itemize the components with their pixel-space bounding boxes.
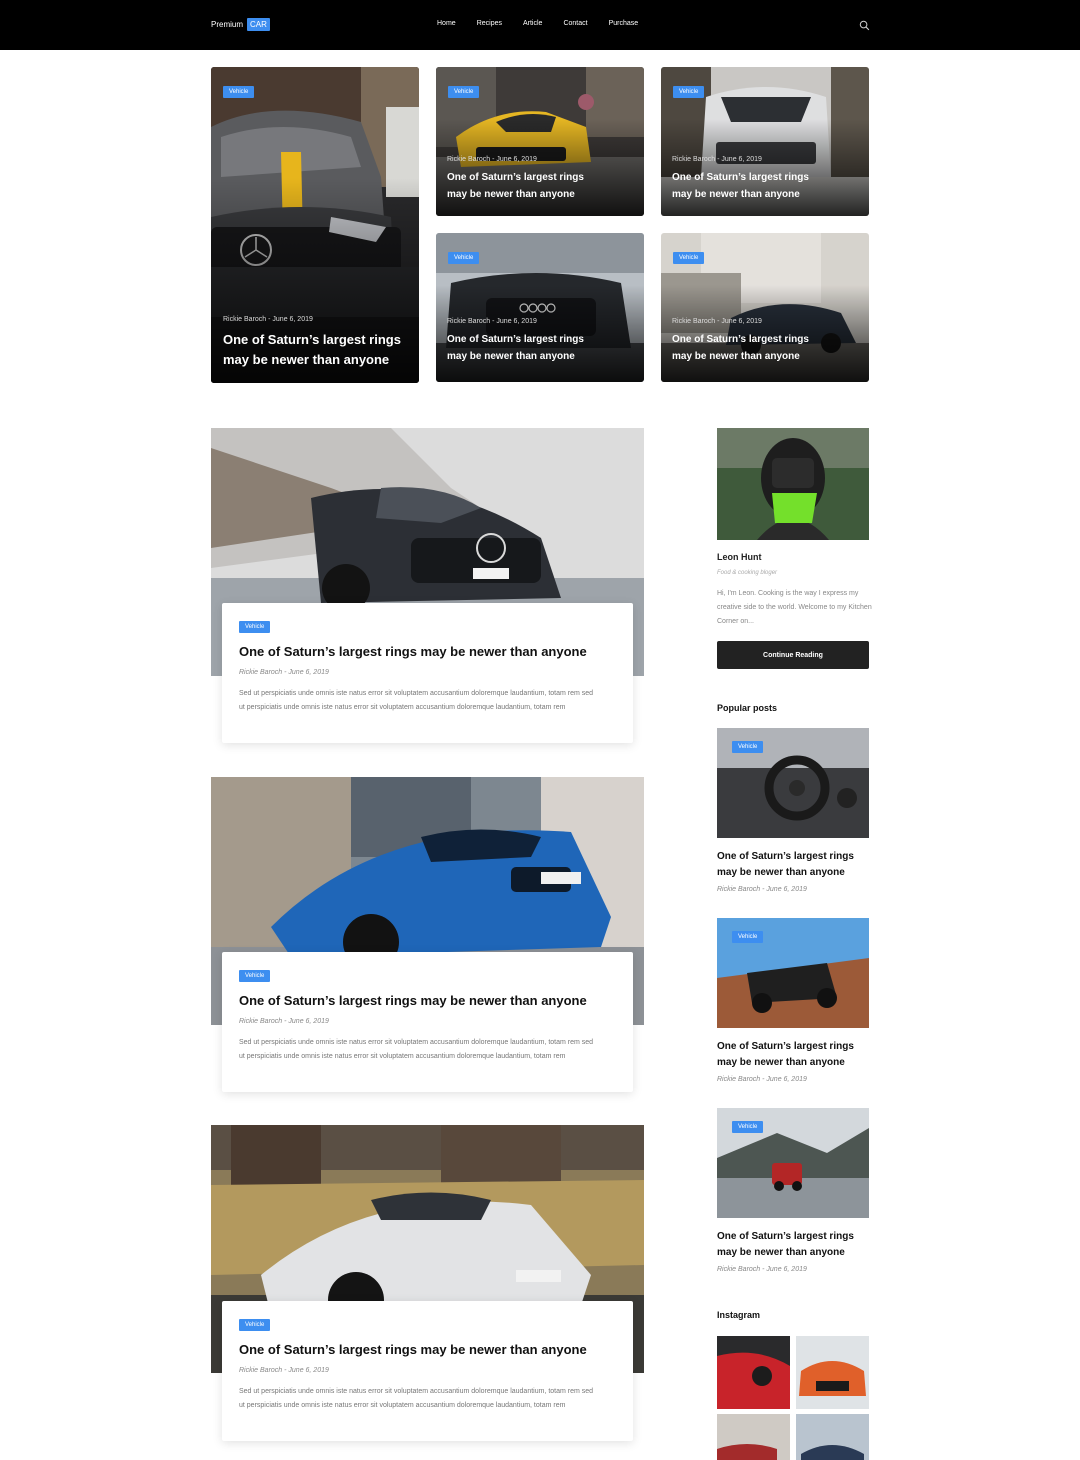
popular-post-image-3[interactable]: Vehicle (717, 1108, 869, 1218)
post-card-2: Vehicle One of Saturn’s largest rings ma… (222, 952, 633, 1092)
hero-card-3[interactable]: Vehicle Rickie Baroch - June 6, 2019 One… (436, 233, 644, 382)
hero-card-featured[interactable]: Vehicle Rickie Baroch - June 6, 2019 One… (211, 67, 419, 383)
nav-recipes[interactable]: Recipes (477, 20, 502, 27)
continue-reading-button[interactable]: Continue Reading (717, 641, 869, 669)
hero-card-4[interactable]: Vehicle Rickie Baroch - June 6, 2019 One… (661, 233, 869, 382)
post-title-line2: may be newer than anyone (223, 352, 390, 367)
instagram-photo-1[interactable] (717, 1336, 790, 1409)
dark-car-photo (796, 1414, 869, 1460)
category-tag[interactable]: Vehicle (223, 86, 255, 98)
post-meta: Rickie Baroch - June 6, 2019 (672, 156, 762, 163)
instagram-photo-3[interactable] (717, 1414, 790, 1460)
category-tag[interactable]: Vehicle (239, 1319, 271, 1331)
post-title-line2: may be newer than anyone (447, 189, 575, 200)
author-bio: Hi, I'm Leon. Cooking is the way I expre… (717, 590, 872, 625)
category-tag[interactable]: Vehicle (239, 621, 271, 633)
popular-post-title-line1: One of Saturn’s largest rings (717, 1041, 854, 1052)
top-navbar: Premium CAR Home Recipes Article Contact… (0, 0, 1080, 50)
popular-post-title[interactable]: One of Saturn’s largest rings may be new… (717, 1039, 867, 1071)
post-meta: Rickie Baroch - June 6, 2019 (239, 669, 329, 676)
post-excerpt: Sed ut perspiciatis unde omnis iste natu… (239, 690, 594, 711)
post-title-line1: One of Saturn’s largest rings (447, 334, 584, 345)
post-title[interactable]: One of Saturn’s largest rings may be new… (447, 331, 584, 365)
popular-post-title-line1: One of Saturn’s largest rings (717, 851, 854, 862)
category-tag[interactable]: Vehicle (673, 86, 705, 98)
white-car-photo (717, 1414, 790, 1460)
logo-badge: CAR (247, 18, 270, 31)
post-title-line1: One of Saturn’s largest rings (672, 172, 809, 183)
category-tag[interactable]: Vehicle (239, 970, 271, 982)
category-tag[interactable]: Vehicle (448, 86, 480, 98)
category-tag[interactable]: Vehicle (732, 1121, 764, 1133)
post-title-line2: may be newer than anyone (447, 351, 575, 362)
author-role: Food & cooking bloger (717, 570, 778, 576)
category-tag[interactable]: Vehicle (732, 931, 764, 943)
post-meta: Rickie Baroch - June 6, 2019 (239, 1018, 329, 1025)
instagram-heading: Instagram (717, 1310, 761, 1320)
category-tag[interactable]: Vehicle (448, 252, 480, 264)
popular-post-image-2[interactable]: Vehicle (717, 918, 869, 1028)
post-card-3: Vehicle One of Saturn’s largest rings ma… (222, 1301, 633, 1441)
post-title[interactable]: One of Saturn’s largest rings may be new… (672, 331, 809, 365)
search-icon[interactable] (859, 20, 870, 31)
popular-post-title[interactable]: One of Saturn’s largest rings may be new… (717, 1229, 867, 1261)
orange-audi-photo (796, 1336, 869, 1409)
author-name: Leon Hunt (717, 552, 762, 562)
nav-contact[interactable]: Contact (563, 20, 587, 27)
hero-card-2[interactable]: Vehicle Rickie Baroch - June 6, 2019 One… (661, 67, 869, 216)
post-title[interactable]: One of Saturn’s largest rings may be new… (239, 1342, 587, 1357)
nav-home[interactable]: Home (437, 20, 456, 27)
post-meta: Rickie Baroch - June 6, 2019 (223, 316, 313, 323)
popular-post-meta: Rickie Baroch - June 6, 2019 (717, 1266, 807, 1273)
post-meta: Rickie Baroch - June 6, 2019 (239, 1367, 329, 1374)
logo-text: Premium (211, 20, 244, 29)
post-title[interactable]: One of Saturn’s largest rings may be new… (672, 169, 809, 203)
instagram-photo-2[interactable] (796, 1336, 869, 1409)
popular-post-title-line1: One of Saturn’s largest rings (717, 1231, 854, 1242)
popular-post-title-line2: may be newer than anyone (717, 1247, 845, 1258)
post-title[interactable]: One of Saturn’s largest rings may be new… (239, 644, 587, 659)
author-avatar (717, 428, 869, 540)
post-meta: Rickie Baroch - June 6, 2019 (672, 318, 762, 325)
nav-article[interactable]: Article (523, 20, 542, 27)
post-title[interactable]: One of Saturn’s largest rings may be new… (239, 993, 587, 1008)
popular-post-meta: Rickie Baroch - June 6, 2019 (717, 886, 807, 893)
hero-card-1[interactable]: Vehicle Rickie Baroch - June 6, 2019 One… (436, 67, 644, 216)
site-logo[interactable]: Premium CAR (211, 18, 270, 31)
post-excerpt: Sed ut perspiciatis unde omnis iste natu… (239, 1388, 594, 1409)
popular-posts-heading: Popular posts (717, 703, 778, 713)
main-nav: Home Recipes Article Contact Purchase (437, 20, 638, 27)
category-tag[interactable]: Vehicle (732, 741, 764, 753)
popular-post-title-line2: may be newer than anyone (717, 1057, 845, 1068)
post-meta: Rickie Baroch - June 6, 2019 (447, 156, 537, 163)
post-title-line2: may be newer than anyone (672, 189, 800, 200)
post-title-line1: One of Saturn’s largest rings (672, 334, 809, 345)
popular-post-image-1[interactable]: Vehicle (717, 728, 869, 838)
post-title[interactable]: One of Saturn’s largest rings may be new… (447, 169, 584, 203)
instagram-photo-4[interactable] (796, 1414, 869, 1460)
post-meta: Rickie Baroch - June 6, 2019 (447, 318, 537, 325)
post-excerpt: Sed ut perspiciatis unde omnis iste natu… (239, 1039, 594, 1060)
post-card-1: Vehicle One of Saturn’s largest rings ma… (222, 603, 633, 743)
post-title-line1: One of Saturn’s largest rings (447, 172, 584, 183)
popular-post-title[interactable]: One of Saturn’s largest rings may be new… (717, 849, 867, 881)
post-title-line1: One of Saturn’s largest rings (223, 332, 401, 347)
post-title[interactable]: One of Saturn’s largest rings may be new… (223, 330, 401, 370)
nav-purchase[interactable]: Purchase (609, 20, 639, 27)
popular-post-title-line2: may be newer than anyone (717, 867, 845, 878)
category-tag[interactable]: Vehicle (673, 252, 705, 264)
author-photo-helmet (717, 428, 869, 540)
post-title-line2: may be newer than anyone (672, 351, 800, 362)
popular-post-meta: Rickie Baroch - June 6, 2019 (717, 1076, 807, 1083)
red-car-closeup-photo (717, 1336, 790, 1409)
